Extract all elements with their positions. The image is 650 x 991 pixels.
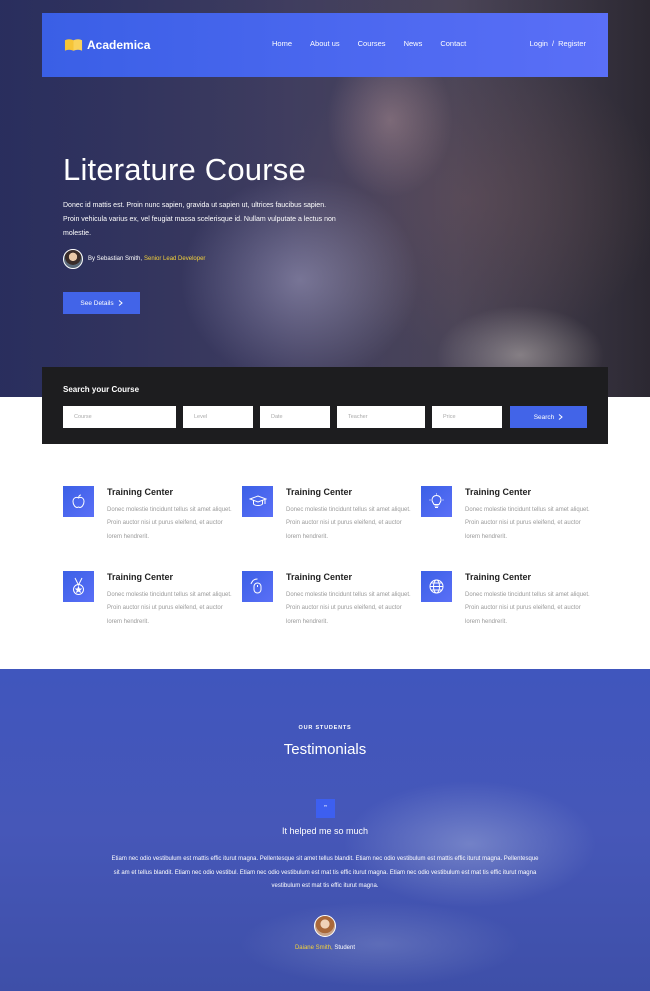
- feature-text: Donec molestie tincidunt tellus sit amet…: [286, 592, 411, 625]
- feature-icon-box: [63, 571, 94, 602]
- section-title: Testimonials: [283, 741, 367, 758]
- feature-text: Donec molestie tincidunt tellus sit amet…: [107, 592, 232, 625]
- search-button[interactable]: Search: [510, 406, 587, 428]
- chevron-right-icon: [118, 300, 123, 306]
- nav-contact[interactable]: Contact: [440, 39, 466, 48]
- testimonial-text: Etiam nec odio vestibulum est mattis eff…: [111, 856, 539, 889]
- nav-news[interactable]: News: [404, 39, 423, 48]
- feature-icon-box: [242, 486, 273, 517]
- hero-section: Academica Home About us Courses News Con…: [0, 0, 650, 397]
- testimonial-heading: It helped me so much: [281, 826, 369, 836]
- medal-icon: [73, 577, 84, 595]
- feature-title: Training Center: [465, 487, 532, 497]
- quote-icon: ”: [316, 799, 335, 818]
- auth-links: Login / Register: [530, 39, 586, 48]
- feature-card: Training Center Donec molestie tincidunt…: [63, 571, 232, 641]
- nav-courses[interactable]: Courses: [358, 39, 386, 48]
- avatar: [63, 249, 83, 269]
- testimonials-section: OUR STUDENTS Testimonials ” It helped me…: [0, 669, 650, 991]
- feature-title: Training Center: [286, 572, 353, 582]
- feature-icon-box: [242, 571, 273, 602]
- feature-text: Donec molestie tincidunt tellus sit amet…: [286, 507, 411, 540]
- lightbulb-icon: [429, 493, 444, 508]
- brand-name: Academica: [87, 38, 151, 52]
- feature-card: Training Center Donec molestie tincidunt…: [63, 486, 232, 556]
- feature-icon-box: [421, 571, 452, 602]
- course-field[interactable]: Course: [63, 406, 176, 428]
- avatar: [314, 915, 336, 937]
- teacher-field[interactable]: Teacher: [337, 406, 425, 428]
- hero-author: By Sebastian Smith, Senior Lead Develope…: [63, 249, 205, 269]
- nav-home[interactable]: Home: [272, 39, 292, 48]
- author-name: By Sebastian Smith,: [88, 256, 143, 262]
- feature-card: Training Center Donec molestie tincidunt…: [421, 486, 590, 556]
- auth-separator: /: [551, 39, 555, 48]
- login-link[interactable]: Login: [530, 39, 548, 48]
- feature-text: Donec molestie tincidunt tellus sit amet…: [465, 507, 590, 540]
- logo[interactable]: Academica: [64, 38, 150, 52]
- see-details-button[interactable]: See Details: [63, 292, 140, 314]
- testimonial-author-role: Student: [334, 945, 356, 951]
- apple-icon: [72, 494, 85, 509]
- section-label: OUR STUDENTS: [298, 725, 352, 731]
- chevron-right-icon: [558, 414, 564, 420]
- author-role[interactable]: Senior Lead Developer: [144, 256, 205, 262]
- testimonial-author: Daiane Smith, Student: [0, 945, 650, 951]
- navbar: Academica Home About us Courses News Con…: [42, 13, 608, 77]
- nav-about[interactable]: About us: [310, 39, 340, 48]
- testimonial-author-name: Daiane Smith,: [294, 945, 333, 951]
- register-link[interactable]: Register: [558, 39, 586, 48]
- feature-card: Training Center Donec molestie tincidunt…: [421, 571, 590, 641]
- feature-title: Training Center: [107, 487, 174, 497]
- date-field[interactable]: Date: [260, 406, 330, 428]
- book-icon: [64, 39, 83, 51]
- feature-card: Training Center Donec molestie tincidunt…: [242, 486, 411, 556]
- feature-card: Training Center Donec molestie tincidunt…: [242, 571, 411, 641]
- globe-icon: [429, 579, 444, 594]
- graduation-cap-icon: [248, 495, 267, 506]
- feature-icon-box: [421, 486, 452, 517]
- level-field[interactable]: Level: [183, 406, 253, 428]
- feature-title: Training Center: [465, 572, 532, 582]
- search-button-label: Search: [533, 413, 555, 421]
- feature-title: Training Center: [286, 487, 353, 497]
- search-title: Search your Course: [63, 385, 140, 394]
- feature-text: Donec molestie tincidunt tellus sit amet…: [107, 507, 232, 540]
- feature-text: Donec molestie tincidunt tellus sit amet…: [465, 592, 590, 625]
- feature-title: Training Center: [107, 572, 174, 582]
- see-details-label: See Details: [80, 299, 114, 307]
- nav-menu: Home About us Courses News Contact: [272, 39, 484, 48]
- price-field[interactable]: Price: [432, 406, 502, 428]
- hero-title: Literature Course: [63, 152, 306, 187]
- hero-description: Donec id mattis est. Proin nunc sapien, …: [63, 202, 336, 237]
- mouse-icon: [250, 578, 262, 594]
- feature-icon-box: [63, 486, 94, 517]
- course-search-panel: Search your Course Course Level Date Tea…: [42, 367, 608, 444]
